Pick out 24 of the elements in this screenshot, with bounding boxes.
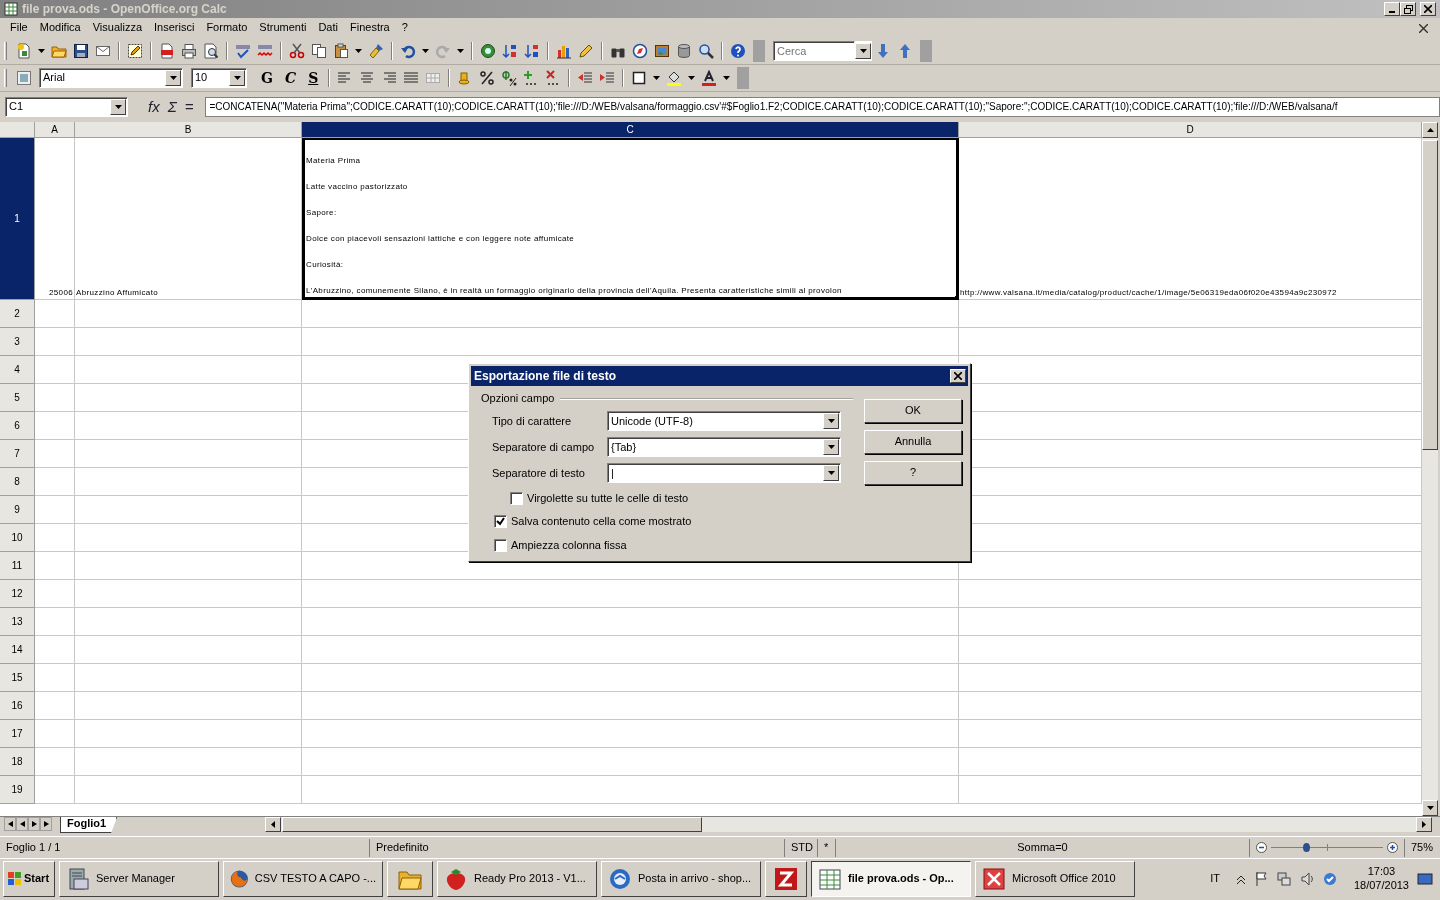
modified-indicator: * — [818, 838, 836, 857]
checkbox-label: Virgolette su tutte le celle di testo — [527, 492, 689, 506]
cell-text: Curiosità: — [306, 260, 344, 270]
cell-text: Dolce con piacevoli sensazioni lattiche e con leggere note affumicate — [306, 234, 575, 244]
field-label: Separatore di testo — [492, 466, 586, 480]
page-style: Predefinito — [370, 838, 785, 857]
sheet-indicator: Foglio 1 / 1 — [0, 838, 370, 857]
window-title: file prova.ods - OpenOffice.org Calc — [22, 1, 227, 17]
checkbox-label: Salva contenuto cella come mostrato — [511, 515, 692, 529]
cell-text: 25006 — [49, 288, 73, 298]
sum-display: Somma=0 — [836, 838, 1250, 857]
cell-text: L'Abruzzino, comunemente Silano, è in realtà un formaggio originario della provincia dell'Aquila. Presenta caratteristiche simili al provolon — [306, 286, 842, 296]
cell-text: Materia Prima — [306, 156, 361, 166]
cell-text: Latte vaccino pastorizzato — [306, 182, 408, 192]
cell-text: http://www.valsana.it/media/catalog/product/cache/1/image/5e06319eda06f020e43594a9c230972 — [960, 288, 1337, 298]
group-label: Opzioni campo — [481, 392, 555, 406]
dialog-title: Esportazione file di testo — [474, 368, 617, 384]
field-label: Tipo di carattere — [492, 414, 573, 428]
checkbox-label: Ampiezza colonna fissa — [511, 538, 627, 552]
zoom-level: 75% — [1410, 839, 1435, 855]
cell-text: Sapore: — [306, 208, 337, 218]
selection-mode: STD — [785, 838, 818, 857]
field-label: Separatore di campo — [492, 440, 596, 454]
cell-text: Abruzzino Affumicato — [76, 288, 158, 298]
